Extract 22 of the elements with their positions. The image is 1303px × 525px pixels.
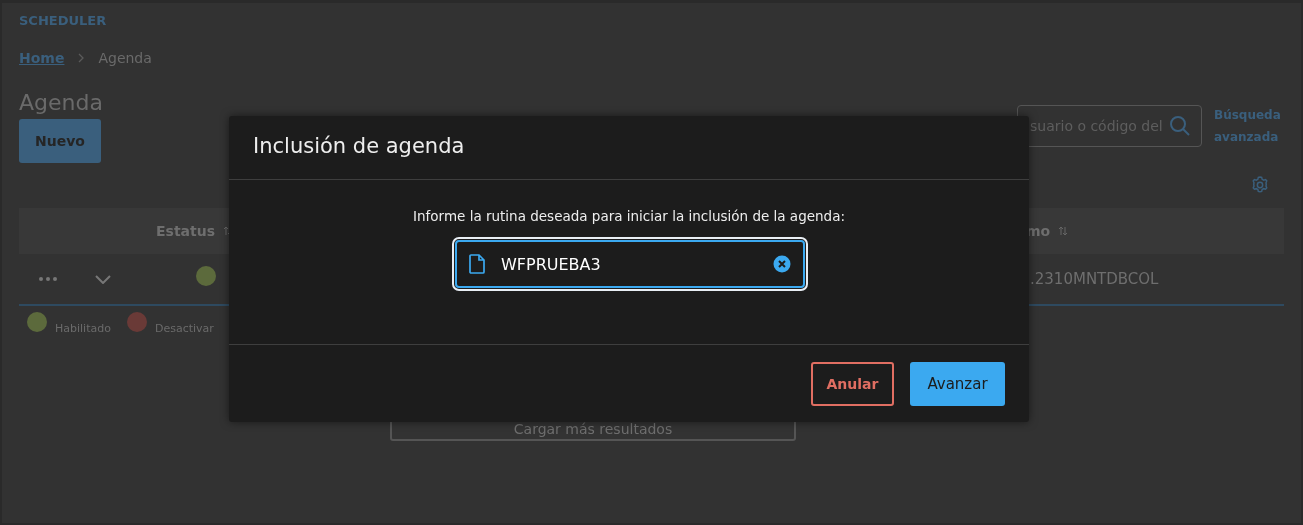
chevron-down-icon[interactable] xyxy=(95,274,111,284)
more-icon[interactable] xyxy=(39,277,57,281)
settings-icon[interactable] xyxy=(1250,175,1270,195)
app-title: SCHEDULER xyxy=(19,13,108,28)
table-cell: .2310MNTDBCOL xyxy=(1030,270,1159,288)
cancel-button[interactable]: Anular xyxy=(811,361,894,406)
file-icon xyxy=(469,254,485,274)
breadcrumb-link[interactable]: Home xyxy=(19,50,65,66)
dialog-title: Inclusión de agenda xyxy=(229,116,1029,180)
sort-icon[interactable] xyxy=(1058,226,1069,236)
page-title: Agenda xyxy=(19,90,103,115)
advanced-search-link[interactable]: Búsqueda avanzada xyxy=(1214,104,1284,148)
advance-button[interactable]: Avanzar xyxy=(910,361,1005,406)
routine-input[interactable]: WFPRUEBA3 xyxy=(499,253,759,275)
chevron-right-icon xyxy=(78,53,85,63)
clear-icon[interactable] xyxy=(773,255,791,273)
legend-label: Habilitado xyxy=(55,322,111,335)
routine-input-field[interactable]: WFPRUEBA3 xyxy=(455,240,805,288)
new-button[interactable]: Nuevo xyxy=(19,119,101,163)
breadcrumb-current: Agenda xyxy=(98,50,152,66)
dialog-message: Informe la rutina deseada para iniciar la inclusión de la agenda: xyxy=(413,208,845,224)
search-icon[interactable] xyxy=(1169,115,1191,137)
